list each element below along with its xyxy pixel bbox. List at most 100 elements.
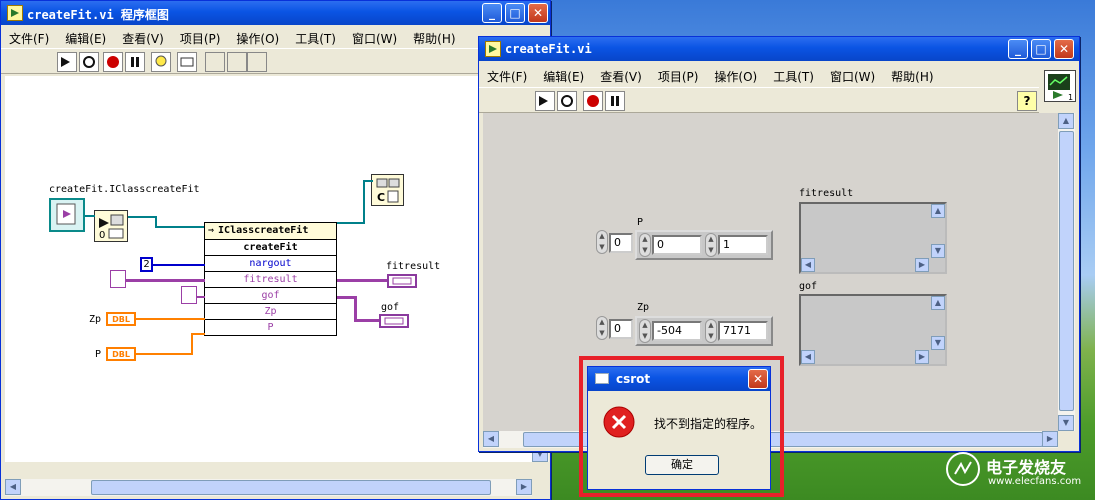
- control-zp-element0[interactable]: -504: [652, 321, 702, 341]
- scroll-up-icon[interactable]: ▲: [1058, 113, 1074, 129]
- indicator-fitresult[interactable]: [387, 274, 417, 288]
- menu-edit[interactable]: 编辑(E): [57, 27, 114, 47]
- scroll-down-icon[interactable]: ▼: [931, 336, 945, 350]
- control-p-element0-spinner[interactable]: ▲ ▼: [639, 233, 651, 257]
- automation-open-node[interactable]: 0: [94, 210, 128, 242]
- pause-icon[interactable]: [605, 91, 625, 111]
- menu-view[interactable]: 查看(V): [592, 65, 650, 85]
- wire-invoke-to-close-3: [363, 180, 373, 182]
- wire-fitresult-out: [337, 279, 387, 282]
- scroll-left-icon[interactable]: ◀: [483, 431, 499, 447]
- minimize-button[interactable]: _: [482, 3, 502, 23]
- highlight-execution-icon[interactable]: [151, 52, 171, 72]
- gof-input-box[interactable]: [181, 286, 197, 304]
- pause-icon[interactable]: [125, 52, 145, 72]
- close-button[interactable]: ✕: [748, 369, 768, 389]
- menu-tools[interactable]: 工具(T): [765, 65, 822, 85]
- menu-edit[interactable]: 编辑(E): [535, 65, 592, 85]
- front-panel-vscroll[interactable]: ▲ ▼: [1058, 113, 1075, 431]
- scroll-down-icon[interactable]: ▼: [931, 244, 945, 258]
- wire-invoke-to-close-2: [363, 180, 365, 224]
- error-dialog-titlebar[interactable]: csrot ✕: [588, 367, 770, 391]
- front-panel-titlebar[interactable]: createFit.vi _ □ ✕: [479, 37, 1079, 61]
- wire-p-3: [191, 333, 205, 335]
- scroll-left-icon[interactable]: ◀: [801, 258, 815, 272]
- scroll-up-icon[interactable]: ▲: [931, 296, 945, 310]
- invoke-row-nargout[interactable]: nargout: [205, 255, 336, 271]
- indicator-fitresult-box[interactable]: ▲ ▼ ◀ ▶: [799, 202, 947, 274]
- fitresult-input-box[interactable]: [110, 270, 126, 288]
- scroll-right-icon[interactable]: ▶: [915, 258, 929, 272]
- control-zp-element0-spinner[interactable]: ▲ ▼: [639, 319, 651, 343]
- menu-file[interactable]: 文件(F): [479, 65, 535, 85]
- scroll-left-icon[interactable]: ◀: [5, 479, 21, 495]
- invoke-row-zp[interactable]: Zp: [205, 303, 336, 319]
- indicator-gof[interactable]: [379, 314, 409, 328]
- maximize-button[interactable]: □: [505, 3, 525, 23]
- invoke-row-fitresult[interactable]: fitresult: [205, 271, 336, 287]
- terminal-zp-label: Zp: [89, 314, 102, 325]
- indicator-gof-box[interactable]: ▲ ▼ ◀ ▶: [799, 294, 947, 366]
- step-over-icon[interactable]: [227, 52, 247, 72]
- control-p-index[interactable]: 0: [609, 233, 633, 253]
- scroll-thumb[interactable]: [1059, 131, 1074, 411]
- menu-tools[interactable]: 工具(T): [287, 27, 344, 47]
- menu-operate[interactable]: 操作(O): [228, 27, 287, 47]
- run-arrow-icon[interactable]: [57, 52, 77, 72]
- control-zp-element1[interactable]: 7171: [718, 321, 768, 341]
- scroll-left-icon[interactable]: ◀: [801, 350, 815, 364]
- run-continuously-icon[interactable]: [557, 91, 577, 111]
- retain-wire-values-icon[interactable]: [177, 52, 197, 72]
- menu-operate[interactable]: 操作(O): [706, 65, 765, 85]
- scroll-right-icon[interactable]: ▶: [915, 350, 929, 364]
- scroll-thumb[interactable]: [91, 480, 491, 495]
- menu-project[interactable]: 项目(P): [172, 27, 229, 47]
- terminal-p-label: P: [95, 349, 102, 360]
- close-button[interactable]: ✕: [1054, 39, 1074, 59]
- abort-icon[interactable]: [103, 52, 123, 72]
- scroll-right-icon[interactable]: ▶: [516, 479, 532, 495]
- run-arrow-icon[interactable]: [535, 91, 555, 111]
- invoke-node[interactable]: ⇒ IClasscreateFit createFit nargout fitre…: [204, 222, 337, 336]
- control-p-index-spinner[interactable]: ▲ ▼: [596, 230, 608, 254]
- run-continuously-icon[interactable]: [79, 52, 99, 72]
- menu-help[interactable]: 帮助(H): [405, 27, 463, 47]
- wire-p-2: [191, 333, 193, 355]
- menu-window[interactable]: 窗口(W): [344, 27, 405, 47]
- close-button[interactable]: ✕: [528, 3, 548, 23]
- menu-window[interactable]: 窗口(W): [822, 65, 883, 85]
- block-diagram-canvas[interactable]: createFit.IClasscreateFit 0 C ⇒ IClasscre…: [5, 76, 532, 462]
- wire-invoke-to-close: [336, 222, 364, 224]
- control-p-element1[interactable]: 1: [718, 235, 768, 255]
- class-refnum-constant[interactable]: [49, 198, 85, 232]
- ok-button[interactable]: 确定: [645, 455, 719, 475]
- terminal-zp[interactable]: DBL: [106, 312, 136, 326]
- menu-help[interactable]: 帮助(H): [883, 65, 941, 85]
- vi-connector-icon[interactable]: 1: [1044, 70, 1076, 102]
- maximize-button[interactable]: □: [1031, 39, 1051, 59]
- close-reference-node[interactable]: C: [371, 174, 404, 206]
- dialog-window-icon: [595, 373, 609, 384]
- scroll-up-icon[interactable]: ▲: [931, 204, 945, 218]
- scroll-down-icon[interactable]: ▼: [1058, 415, 1074, 431]
- nargout-constant[interactable]: 2: [140, 257, 153, 272]
- control-zp-element1-spinner[interactable]: ▲ ▼: [705, 319, 717, 343]
- control-zp-index-spinner[interactable]: ▲ ▼: [596, 316, 608, 340]
- menu-view[interactable]: 查看(V): [114, 27, 172, 47]
- step-into-icon[interactable]: [205, 52, 225, 72]
- control-zp-index[interactable]: 0: [609, 319, 633, 339]
- terminal-p[interactable]: DBL: [106, 347, 136, 361]
- invoke-row-gof[interactable]: gof: [205, 287, 336, 303]
- invoke-row-p[interactable]: P: [205, 319, 336, 335]
- menu-file[interactable]: 文件(F): [1, 27, 57, 47]
- wire-gof-out-2: [354, 296, 357, 321]
- control-p-element0[interactable]: 0: [652, 235, 702, 255]
- help-button[interactable]: ?: [1017, 91, 1037, 111]
- block-diagram-hscroll[interactable]: ◀ ▶: [5, 479, 532, 496]
- block-diagram-titlebar[interactable]: createFit.vi 程序框图 _ □ ✕: [1, 1, 550, 25]
- menu-project[interactable]: 项目(P): [650, 65, 707, 85]
- abort-icon[interactable]: [583, 91, 603, 111]
- minimize-button[interactable]: _: [1008, 39, 1028, 59]
- step-out-icon[interactable]: [247, 52, 267, 72]
- control-p-element1-spinner[interactable]: ▲ ▼: [705, 233, 717, 257]
